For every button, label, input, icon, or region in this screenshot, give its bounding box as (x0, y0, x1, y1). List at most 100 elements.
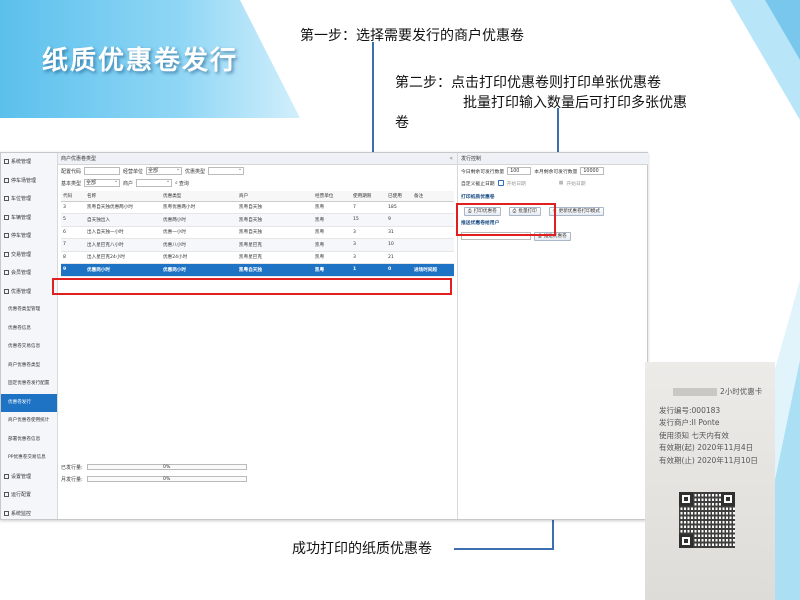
sidebar-item[interactable]: 系统监控 (1, 505, 57, 524)
update-print-mode-label: 更新优惠卷打印模式 (558, 209, 600, 214)
table-cell: 自天独出入 (85, 213, 161, 227)
sidebar-item-label: 系统监控 (11, 510, 32, 517)
sidebar-item[interactable]: 交易管理 (1, 246, 57, 265)
sidebar-item[interactable]: 部署优惠卷信息 (1, 431, 57, 450)
sidebar-item[interactable]: 商户优惠卷使用统计 (1, 412, 57, 431)
table-cell: 凯粤自天独 (237, 201, 313, 214)
table-cell (412, 226, 454, 239)
sidebar-item[interactable]: 设置管理 (1, 468, 57, 487)
parking-icon (4, 177, 9, 183)
column-header[interactable]: 名称 (85, 191, 161, 202)
start-date-field[interactable]: 开始日期 (507, 180, 526, 187)
sidebar-item-label: 停车管理 (11, 233, 32, 239)
step-two-line-1: 第二步：点击打印优惠卷则打印单张优惠卷 (395, 75, 661, 91)
sidebar-item[interactable]: 优惠卷发行 (1, 393, 57, 412)
operator-label: 经营单位 (123, 168, 144, 175)
card-icon (4, 251, 9, 257)
sidebar-item[interactable]: 会员管理 (1, 264, 57, 283)
progress-bar: 0% (86, 476, 247, 482)
sidebar-item-label: 车位管理 (11, 196, 32, 202)
coupon-type-select[interactable] (208, 166, 245, 175)
table-cell: 凯粤星巴克 (237, 238, 313, 252)
search-button-label: 查询 (178, 180, 189, 187)
sidebar-item[interactable]: 停车场管理 (1, 172, 57, 191)
coupon-title-row: 2小时优惠卡 (659, 386, 775, 399)
step-two-line-2: 批量打印输入数量后可打印多张优惠 (463, 95, 687, 111)
column-header[interactable]: 代码 (61, 191, 85, 202)
sidebar-item[interactable]: 停车管理 (1, 227, 57, 246)
table-row[interactable]: 9 优惠两小时 优惠两小时 凯粤自天独 凯粤 1 0 进场时间超 (61, 263, 454, 277)
sidebar-item[interactable]: 系统管理 (1, 153, 57, 172)
calendar-icon[interactable]: ▦ (559, 181, 564, 186)
table-row[interactable]: 8 出入星巴克24小时 优惠24小时 凯粤星巴克 凯粤 3 21 (61, 251, 454, 264)
blurred-merchant-logo (673, 388, 717, 396)
table-cell: 凯粤自天独 (237, 213, 313, 227)
coupon-type-table: 代码 名称 优惠类型 商户 经营单位 使用期限 已使用 备注 3 凯粤自天独优惠两小时 凯粤优惠两… (61, 191, 454, 277)
end-date-field[interactable]: 开始日期 (566, 180, 585, 187)
gear-icon (4, 492, 9, 497)
today-limit-label: 今日剩余可发行数量 (461, 169, 505, 175)
table-cell: 3 (61, 201, 85, 214)
merchant-select[interactable] (136, 178, 173, 187)
panel-title: 商户优惠卷类型 (61, 156, 97, 162)
sidebar-item[interactable]: 固定优惠卷发行配置 (1, 375, 57, 394)
filter-row-2: 基本类型 全部 商户 ⌕ 查询 (58, 177, 457, 189)
progress-area: 已发行量: 0% 月发行量: 0% (58, 461, 458, 485)
sidebar-item[interactable]: 优惠卷交易信息 (1, 338, 57, 357)
column-header[interactable]: 商户 (237, 191, 313, 202)
user-icon (4, 270, 9, 275)
table-cell: 优惠24小时 (161, 251, 237, 264)
table-row[interactable]: 3 凯粤自天独优惠两小时 凯粤优惠两小时 凯粤自天独 凯粤 7 185 (61, 201, 454, 214)
table-cell: 出入星巴克24小时 (85, 251, 161, 264)
sidebar-item[interactable]: 优惠管理 (1, 283, 57, 302)
sidebar-item[interactable]: 车辆管理 (1, 209, 57, 228)
table-cell: 8 (61, 251, 85, 264)
coupon-line: 使用须知 七天内有效 (659, 430, 729, 440)
table-cell: 凯粤 (313, 213, 351, 227)
sidebar-item-label: 优惠卷类型管理 (8, 307, 41, 312)
table-cell: 7 (351, 201, 386, 214)
column-header[interactable]: 已使用 (386, 191, 412, 202)
sidebar-item[interactable]: 优惠卷类型管理 (1, 301, 57, 320)
sidebar-item[interactable]: 运行配置 (1, 486, 57, 505)
gear-icon (4, 473, 9, 479)
progress-label: 已发行量: (61, 464, 83, 471)
search-icon: ⌕ (175, 180, 178, 186)
sidebar-item[interactable]: 优惠卷信息 (1, 320, 57, 339)
sidebar-item[interactable]: 车位管理 (1, 190, 57, 209)
month-limit-field[interactable]: 10000 (580, 167, 605, 175)
update-print-mode-button[interactable]: ⟳ 更新优惠卷打印模式 (548, 206, 604, 216)
print-buttons-highlight (456, 203, 556, 236)
sidebar-item-label: 优惠卷交易信息 (8, 344, 41, 349)
sidebar-item-label: 商户优惠卷使用统计 (8, 418, 50, 423)
column-header[interactable]: 备注 (412, 191, 454, 202)
column-header[interactable]: 使用期限 (351, 191, 386, 202)
custom-date-label: 自定义截止日期 (461, 181, 495, 187)
column-header[interactable]: 优惠类型 (161, 191, 237, 202)
custom-date-checkbox[interactable] (497, 180, 504, 186)
table-row[interactable]: 7 出入星巴克八小时 优惠八小时 凯粤星巴克 凯粤 3 10 (61, 238, 454, 252)
code-input[interactable] (84, 167, 121, 175)
column-header[interactable]: 经营单位 (313, 191, 351, 202)
table-header-row: 代码 名称 优惠类型 商户 经营单位 使用期限 已使用 备注 (61, 191, 454, 202)
print-section-label: 打印纸质优惠卷 (461, 195, 495, 200)
table-cell: 出入自天独一小时 (85, 226, 161, 239)
coupon-lines: 发行编号:000183 发行商户:II Ponte 使用须知 七天内有效 有效期(起)… (659, 405, 775, 468)
search-button[interactable]: ⌕ 查询 (175, 180, 189, 187)
progress-row: 已发行量: 0% (58, 461, 458, 473)
sidebar-item-label: 交易管理 (11, 251, 32, 258)
today-limit-field[interactable]: 100 (507, 167, 532, 175)
table-row[interactable]: 5 自天独出入 优惠两小时 凯粤自天独 凯粤 15 9 (61, 213, 454, 227)
sidebar-item[interactable]: 商户优惠卷类型 (1, 357, 57, 376)
base-type-select[interactable]: 全部 (84, 178, 121, 187)
sidebar-item[interactable]: PP优惠卷交易信息 (1, 449, 57, 468)
table-row[interactable]: 6 出入自天独一小时 优惠一小时 凯粤自天独 凯粤 3 31 (61, 226, 454, 239)
table-cell (412, 201, 454, 214)
table-cell: 1 (351, 263, 386, 277)
connector-step2-vertical (557, 108, 559, 158)
sidebar-item-label: 优惠卷信息 (8, 325, 31, 331)
collapse-icon[interactable]: « (449, 153, 453, 165)
issue-control-header: 发行控制 (458, 153, 648, 165)
date-row: 自定义截止日期 开始日期 ▦ 开始日期 (458, 177, 648, 189)
operator-select[interactable]: 全部 (146, 166, 183, 175)
